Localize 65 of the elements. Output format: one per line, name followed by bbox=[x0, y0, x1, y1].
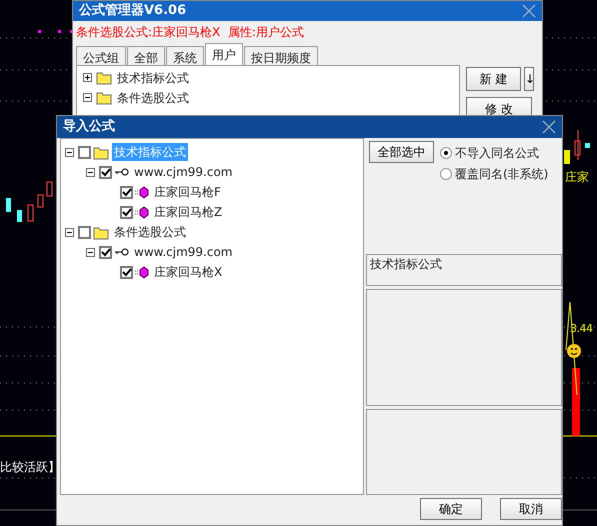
status-text: 条件选股公式:庄家回马枪X 属性:用户公式 bbox=[76, 24, 304, 38]
tree-item[interactable]: www.cjm99.com bbox=[132, 163, 234, 181]
tab[interactable]: 用户 bbox=[205, 42, 243, 64]
candlestick bbox=[28, 204, 34, 222]
cancel-button[interactable]: 取消 bbox=[500, 498, 562, 520]
check-icon bbox=[122, 188, 132, 196]
window-title: 公式管理器V6.06 bbox=[79, 2, 186, 20]
ok-button[interactable]: 确定 bbox=[420, 498, 482, 520]
dialog-title: 导入公式 bbox=[63, 118, 115, 136]
candlestick bbox=[38, 194, 44, 208]
tab[interactable]: 全部 bbox=[127, 46, 165, 64]
collapse-icon[interactable] bbox=[86, 168, 95, 176]
check-icon bbox=[122, 208, 132, 216]
formula-icon bbox=[135, 205, 149, 219]
expand-icon[interactable] bbox=[83, 73, 92, 82]
tree-item[interactable]: 庄家回马枪X bbox=[152, 263, 224, 281]
dropdown-button[interactable]: ↓ bbox=[524, 66, 534, 90]
tree-item[interactable]: 条件选股公式 bbox=[112, 223, 188, 241]
tab[interactable]: 公式组 bbox=[76, 46, 126, 64]
checkbox[interactable] bbox=[99, 166, 112, 178]
tree-item[interactable]: 庄家回马枪Z bbox=[152, 203, 224, 221]
key-icon bbox=[114, 247, 129, 257]
checkbox[interactable] bbox=[99, 246, 112, 258]
radio-button[interactable] bbox=[440, 168, 452, 180]
smiley-icon bbox=[567, 344, 581, 358]
candlestick bbox=[6, 198, 11, 212]
check-icon bbox=[122, 268, 132, 276]
tree-item[interactable]: 技术指标公式 bbox=[115, 68, 191, 86]
volume-bar bbox=[572, 368, 580, 436]
candlestick bbox=[574, 130, 580, 160]
new-button[interactable]: 新 建 bbox=[466, 66, 521, 90]
collapse-icon[interactable] bbox=[65, 228, 74, 236]
checkbox[interactable] bbox=[120, 266, 133, 278]
chart-label: 比较活跃】 bbox=[0, 459, 60, 476]
candlestick bbox=[585, 143, 590, 148]
select-all-button[interactable]: 全部选中 bbox=[369, 141, 434, 163]
folder-icon bbox=[96, 90, 112, 105]
collapse-icon[interactable] bbox=[65, 148, 74, 156]
candlestick bbox=[46, 182, 52, 196]
tab[interactable]: 按日期频度 bbox=[244, 46, 318, 64]
tab[interactable]: 系统 bbox=[166, 46, 204, 64]
formula-icon bbox=[135, 185, 149, 199]
chart-label: 庄家 bbox=[565, 169, 589, 186]
check-icon bbox=[100, 168, 110, 176]
folder-icon bbox=[93, 224, 109, 240]
key-icon bbox=[114, 167, 129, 177]
tree-item[interactable]: 庄家回马枪F bbox=[152, 183, 223, 201]
close-icon[interactable] bbox=[542, 120, 556, 134]
checkbox[interactable] bbox=[78, 146, 91, 158]
checkbox[interactable] bbox=[78, 226, 91, 238]
checkbox[interactable] bbox=[120, 186, 133, 198]
radio-button[interactable] bbox=[440, 147, 452, 159]
checkbox[interactable] bbox=[120, 206, 133, 218]
tree-item[interactable]: 条件选股公式 bbox=[115, 88, 191, 106]
candlestick bbox=[564, 150, 570, 164]
info-label: 技术指标公式 bbox=[366, 254, 562, 286]
collapse-icon[interactable] bbox=[86, 248, 95, 256]
radio-label[interactable]: 覆盖同名(非系统) bbox=[455, 165, 548, 183]
radio-label[interactable]: 不导入同名公式 bbox=[455, 144, 539, 162]
folder-icon bbox=[96, 70, 112, 85]
candlestick bbox=[17, 210, 22, 222]
formula-icon bbox=[135, 265, 149, 279]
collapse-icon[interactable] bbox=[83, 93, 92, 102]
check-icon bbox=[100, 248, 110, 256]
tree-item[interactable]: www.cjm99.com bbox=[132, 243, 234, 261]
